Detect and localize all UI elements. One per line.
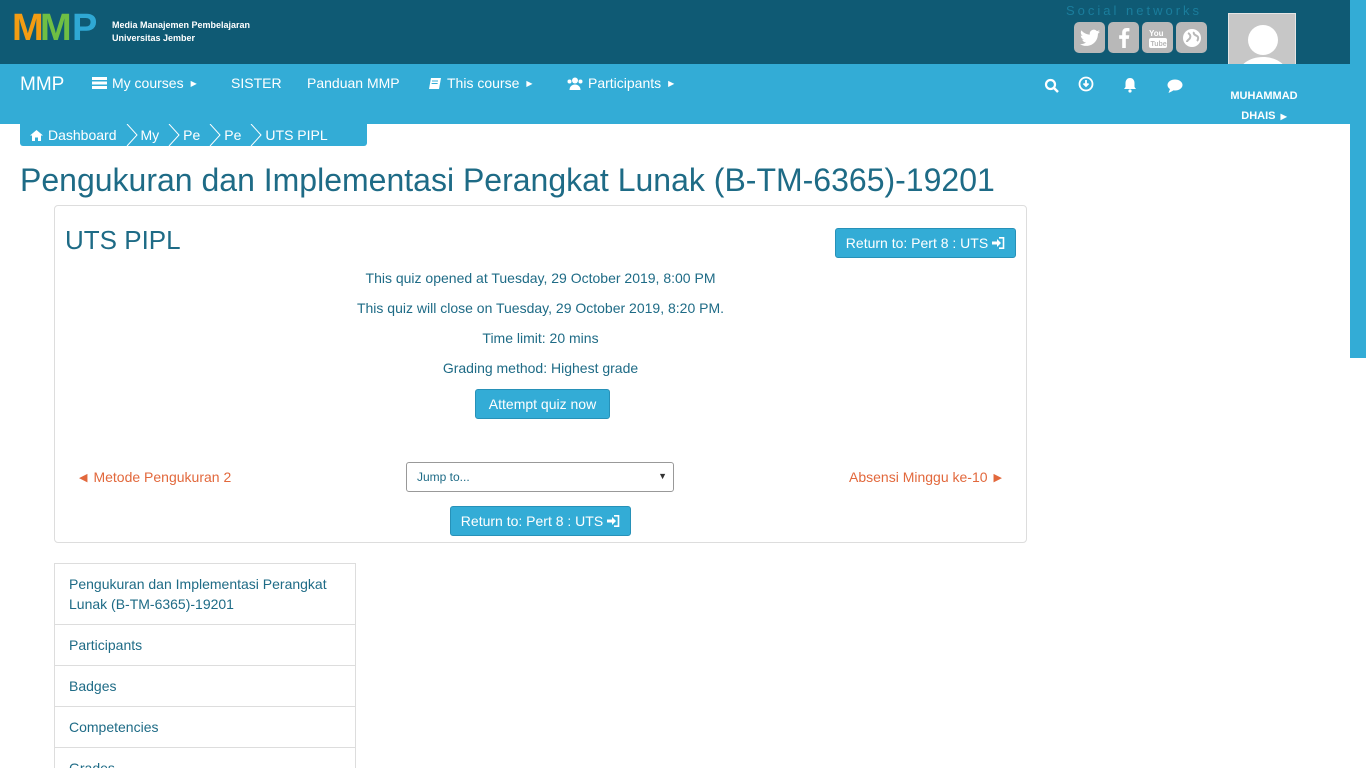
quiz-close-text: This quiz will close on Tuesday, 29 Octo… — [356, 300, 725, 316]
quiz-time-limit: Time limit: 20 mins — [482, 330, 599, 346]
nav-home-link[interactable]: MMP — [20, 74, 64, 96]
dropdown-arrow-icon: ▼ — [658, 471, 667, 481]
nav-sister[interactable]: SISTER — [231, 75, 282, 91]
download-circle-icon[interactable] — [1078, 76, 1094, 92]
svg-text:M: M — [40, 8, 70, 44]
twitter-icon[interactable] — [1074, 22, 1105, 53]
chat-icon[interactable] — [1167, 78, 1183, 94]
globe-icon[interactable] — [1176, 22, 1207, 53]
attempt-quiz-button[interactable]: Attempt quiz now — [475, 389, 610, 419]
sidenav-item-grades[interactable]: Grades — [55, 748, 355, 768]
top-header: M M P Media Manajemen Pembelajaran Unive… — [0, 0, 1350, 80]
nav-this-course[interactable]: This course ▶ — [429, 75, 533, 91]
triangle-right-icon: ▶ — [993, 471, 1002, 484]
breadcrumb-pe-1[interactable]: Pe — [183, 127, 200, 143]
brand-name: Media Manajemen Pembelajaran Universitas… — [112, 20, 251, 43]
nav-participants[interactable]: Participants ▶ — [567, 75, 674, 91]
quiz-grading-method: Grading method: Highest grade — [442, 360, 639, 376]
course-navigation-block: Pengukuran dan Implementasi Perangkat Lu… — [54, 563, 356, 768]
breadcrumb-dashboard[interactable]: Dashboard — [30, 127, 117, 143]
main-navbar: MMP My courses ▶ SISTER Panduan MMP This… — [0, 64, 1350, 124]
nav-panduan-mmp[interactable]: Panduan MMP — [307, 75, 400, 91]
breadcrumb-separator-icon — [251, 124, 263, 146]
scrollbar-thumb[interactable] — [1350, 0, 1366, 358]
page-title: Pengukuran dan Implementasi Perangkat Lu… — [20, 162, 995, 198]
caret-right-icon: ▶ — [190, 78, 197, 88]
svg-text:You: You — [1149, 29, 1164, 38]
book-icon — [429, 77, 441, 89]
home-icon — [30, 129, 43, 141]
search-icon[interactable] — [1044, 78, 1060, 94]
quiz-opened-text: This quiz opened at Tuesday, 29 October … — [365, 270, 716, 286]
user-menu[interactable]: MUHAMMAD DHAIS ▶ — [1222, 86, 1306, 127]
caret-right-icon: ▶ — [668, 78, 675, 88]
mmp-logo[interactable]: M M P — [12, 8, 107, 44]
breadcrumb-separator-icon — [126, 124, 138, 146]
facebook-icon[interactable] — [1108, 22, 1139, 53]
sidenav-item-badges[interactable]: Badges — [55, 666, 355, 707]
sidenav-item-competencies[interactable]: Competencies — [55, 707, 355, 748]
return-to-section-button-bottom[interactable]: Return to: Pert 8 : UTS — [450, 506, 631, 536]
breadcrumb-separator-icon — [168, 124, 180, 146]
triangle-left-icon: ◀ — [79, 471, 88, 484]
sidenav-item-participants[interactable]: Participants — [55, 625, 355, 666]
quiz-title: UTS PIPL — [65, 225, 181, 255]
breadcrumb-pe-2[interactable]: Pe — [224, 127, 241, 143]
jump-to-select[interactable]: Jump to... ▼ — [406, 462, 674, 492]
caret-right-icon: ▶ — [1280, 112, 1287, 121]
breadcrumb-separator-icon — [209, 124, 221, 146]
svg-text:M: M — [12, 8, 42, 44]
bell-icon[interactable] — [1122, 77, 1138, 93]
breadcrumb: Dashboard My Pe Pe UTS PIPL — [20, 124, 367, 146]
sidenav-item-course[interactable]: Pengukuran dan Implementasi Perangkat Lu… — [55, 564, 355, 625]
users-icon — [567, 77, 583, 90]
return-to-section-button-top[interactable]: Return to: Pert 8 : UTS — [835, 228, 1016, 258]
youtube-icon[interactable]: You Tube — [1142, 22, 1173, 53]
sign-in-icon — [607, 515, 620, 527]
previous-activity-link[interactable]: ◀ Metode Pengukuran 2 — [79, 469, 231, 485]
social-networks-label: Social networks — [1066, 3, 1203, 18]
sign-in-icon — [992, 237, 1005, 249]
caret-right-icon: ▶ — [526, 78, 533, 88]
nav-my-courses[interactable]: My courses ▶ — [92, 75, 197, 91]
breadcrumb-current[interactable]: UTS PIPL — [265, 127, 327, 143]
courses-icon — [92, 77, 107, 89]
breadcrumb-my[interactable]: My — [141, 127, 160, 143]
svg-text:Tube: Tube — [1150, 41, 1166, 48]
svg-text:P: P — [72, 8, 97, 44]
quiz-card: UTS PIPL Return to: Pert 8 : UTS This qu… — [54, 205, 1027, 543]
next-activity-link[interactable]: Absensi Minggu ke-10 ▶ — [849, 469, 1002, 485]
